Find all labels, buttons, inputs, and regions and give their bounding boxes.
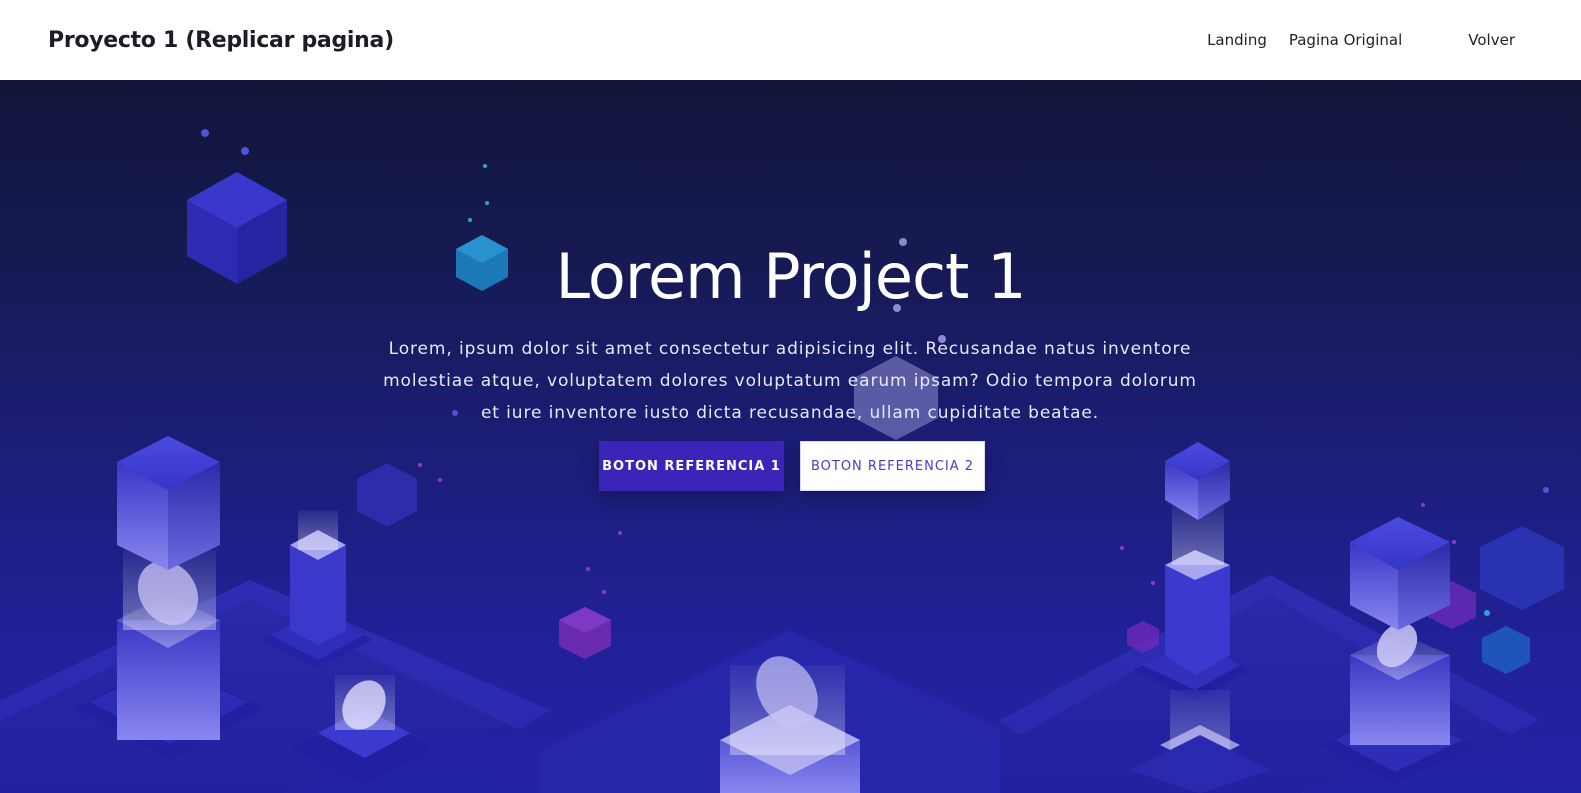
tower-center	[720, 656, 860, 793]
nav-links: Landing Pagina Original Volver	[1207, 31, 1533, 49]
secondary-reference-button[interactable]: BOTON REFERENCIA 2	[800, 441, 985, 491]
floating-cube-7	[1482, 626, 1530, 674]
hero-section: Lorem Project 1 Lorem, ipsum dolor sit a…	[0, 80, 1581, 793]
platform-left	[0, 580, 550, 793]
floating-cube-6	[1480, 526, 1564, 610]
hero-isometric-illustration	[0, 129, 1564, 793]
pillar-left-small	[262, 510, 372, 668]
nav-link-volver[interactable]: Volver	[1468, 31, 1515, 49]
hero-description: Lorem, ipsum dolor sit amet consectetur …	[383, 339, 1197, 423]
navbar: Proyecto 1 (Replicar pagina) Landing Pag…	[0, 0, 1581, 80]
floating-cube-5	[559, 607, 611, 659]
hero-title: Lorem Project 1	[555, 240, 1026, 313]
nav-link-landing[interactable]: Landing	[1207, 31, 1267, 49]
brand-title[interactable]: Proyecto 1 (Replicar pagina)	[48, 28, 394, 53]
nav-link-pagina-original[interactable]: Pagina Original	[1289, 31, 1402, 49]
primary-reference-button[interactable]: BOTON REFERENCIA 1	[599, 441, 784, 491]
floating-cube-3	[357, 463, 417, 527]
